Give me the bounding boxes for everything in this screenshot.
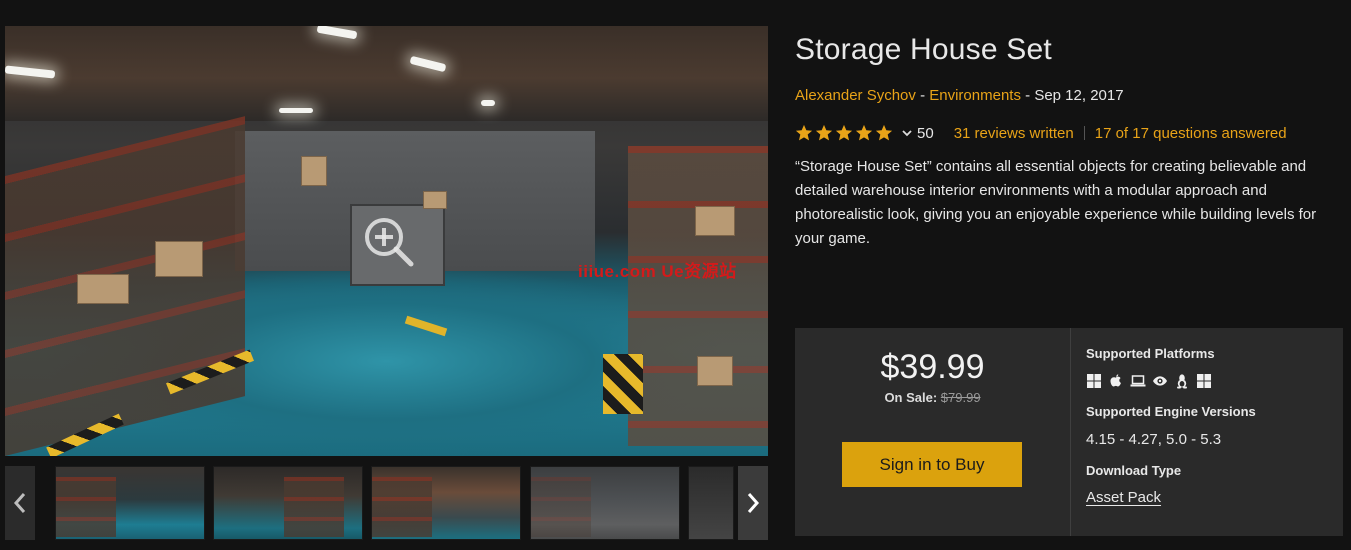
star-icon [815, 124, 833, 141]
download-type-heading: Download Type [1086, 463, 1182, 478]
star-icon [855, 124, 873, 141]
release-date: Sep 12, 2017 [1034, 87, 1124, 104]
ceiling-light [481, 100, 495, 106]
cardboard-box [301, 156, 327, 186]
original-price: $79.99 [940, 390, 981, 405]
star-rating[interactable] [795, 124, 895, 142]
windows-icon [1086, 373, 1102, 389]
gallery-thumbnail[interactable] [55, 466, 205, 540]
laptop-icon [1130, 373, 1146, 389]
right-shelving [628, 146, 768, 446]
reviews-link[interactable]: 31 reviews written [954, 125, 1074, 142]
engine-versions: 4.15 - 4.27, 5.0 - 5.3 [1086, 431, 1222, 448]
author-link[interactable]: Alexander Sychov [795, 87, 916, 104]
rating-count: 50 [917, 124, 934, 142]
gallery-main-image[interactable] [5, 26, 768, 456]
byline-separator: - [1020, 87, 1035, 104]
questions-link[interactable]: 17 of 17 questions answered [1095, 125, 1287, 142]
thumbnail-shelf-detail [372, 477, 432, 537]
asset-pack-link[interactable]: Asset Pack [1086, 489, 1161, 506]
rating-row: 50 31 reviews written 17 of 17 questions… [795, 121, 1287, 145]
windows-icon [1196, 373, 1212, 389]
zoom-in-icon[interactable] [361, 214, 417, 270]
star-icon [795, 124, 813, 141]
chevron-down-icon[interactable] [901, 127, 913, 139]
product-description: “Storage House Set” contains all essenti… [795, 158, 1317, 247]
thumbnail-shelf-detail [284, 477, 344, 537]
sale-label: On Sale: [884, 390, 941, 405]
cardboard-box [77, 274, 129, 304]
chevron-left-icon [13, 493, 26, 513]
purchase-panel: $39.99 On Sale: $79.99 Sign in to Buy Su… [795, 328, 1343, 536]
divider [1083, 126, 1085, 140]
gallery-thumbnail[interactable] [530, 466, 680, 540]
category-link[interactable]: Environments [929, 87, 1021, 104]
platform-icons [1086, 373, 1212, 389]
star-icon [875, 124, 893, 141]
warehouse-ceiling [5, 26, 768, 121]
cardboard-box [423, 191, 447, 209]
cardboard-box [697, 356, 733, 386]
safety-railing [603, 354, 643, 414]
byline-separator: - [915, 87, 930, 104]
ceiling-light [279, 108, 313, 113]
apple-icon [1108, 373, 1124, 389]
product-byline: Alexander Sychov - Environments - Sep 12… [795, 87, 1124, 104]
gallery-thumbnail[interactable] [213, 466, 363, 540]
platforms-heading: Supported Platforms [1086, 346, 1215, 361]
chevron-right-icon [747, 493, 760, 513]
gallery-thumbnail[interactable] [688, 466, 734, 540]
watermark-text: iiiue.com Ue资源站 [578, 262, 737, 281]
sale-price: $39.99 [880, 348, 985, 386]
thumbnail-strip [5, 466, 768, 540]
sale-info: On Sale: $79.99 [795, 390, 1070, 405]
linux-icon [1174, 373, 1190, 389]
sign-in-to-buy-button[interactable]: Sign in to Buy [842, 442, 1022, 487]
cardboard-box [155, 241, 203, 277]
product-title: Storage House Set [795, 33, 1052, 66]
gallery-prev-button[interactable] [5, 466, 35, 540]
thumbnail-shelf-detail [56, 477, 116, 537]
gallery-next-button[interactable] [738, 466, 768, 540]
star-icon [835, 124, 853, 141]
engine-versions-heading: Supported Engine Versions [1086, 404, 1256, 419]
gallery-thumbnail[interactable] [371, 466, 521, 540]
eye-icon [1152, 373, 1168, 389]
cardboard-box [695, 206, 735, 236]
floor-arrow-marking [404, 315, 448, 337]
thumbnail-shelf-detail [531, 477, 591, 537]
panel-divider [1070, 328, 1071, 536]
